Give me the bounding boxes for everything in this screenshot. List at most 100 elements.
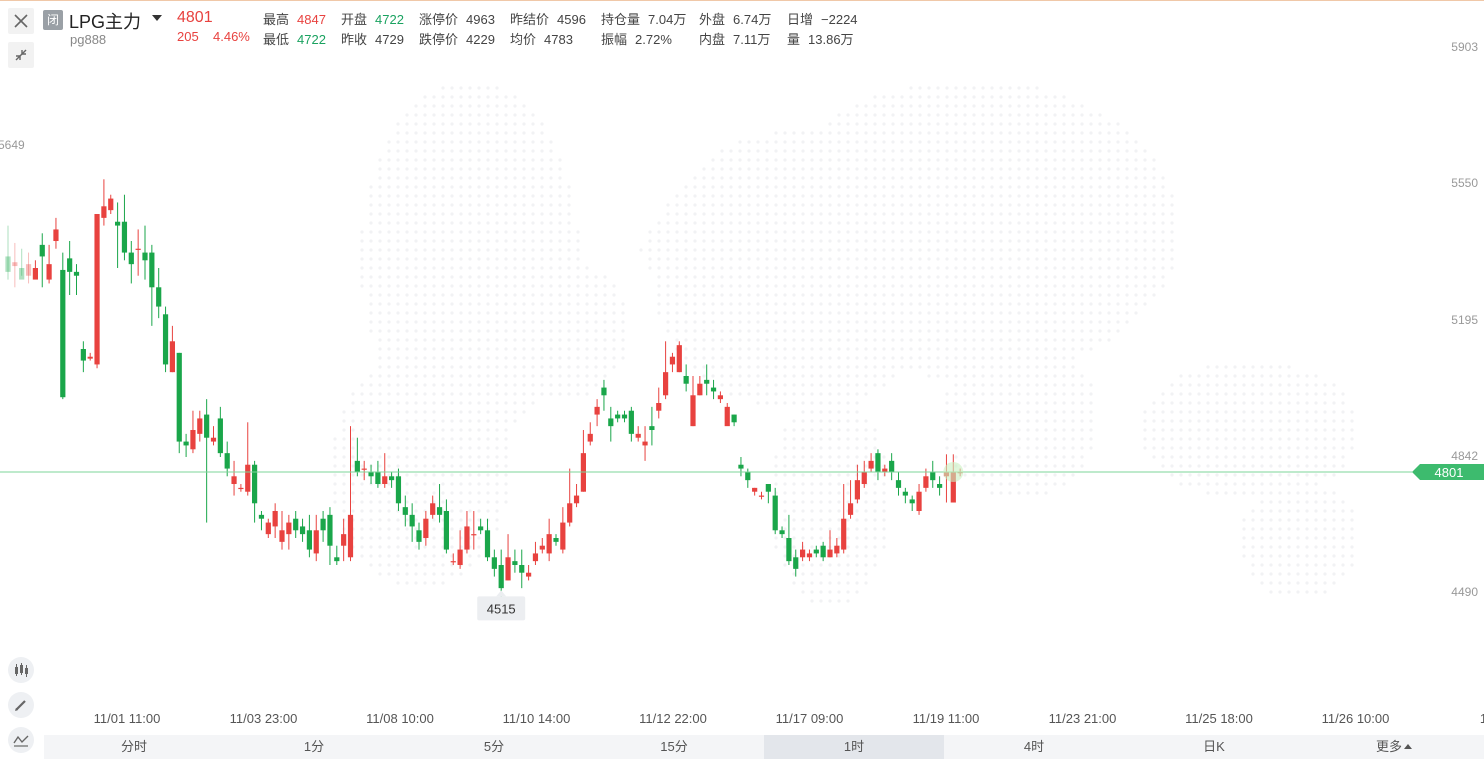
map-dot [972, 203, 976, 207]
map-dot [801, 374, 805, 378]
map-dot [342, 500, 346, 504]
quote-label: 持仓量 [601, 12, 641, 27]
map-dot [891, 248, 895, 252]
period-tab[interactable]: 1分 [224, 735, 404, 759]
map-dot [909, 266, 913, 270]
map-dot [486, 446, 490, 450]
map-dot [756, 212, 760, 216]
map-dot [378, 464, 382, 468]
map-dot [756, 194, 760, 198]
indicator-button[interactable] [8, 727, 34, 753]
map-dot [684, 356, 688, 360]
map-dot [963, 356, 967, 360]
map-dot [1242, 419, 1246, 423]
map-dot [963, 194, 967, 198]
map-dot [711, 194, 715, 198]
period-tab[interactable]: 日K [1124, 735, 1304, 759]
map-dot [1053, 374, 1057, 378]
candle-body [519, 565, 525, 573]
map-dot [513, 176, 517, 180]
map-dot [1044, 410, 1048, 414]
map-dot [945, 275, 949, 279]
map-dot [783, 212, 787, 216]
map-dot [441, 140, 445, 144]
map-dot [450, 419, 454, 423]
map-dot [891, 185, 895, 189]
chevron-down-icon[interactable] [152, 15, 162, 21]
close-button[interactable] [8, 8, 34, 34]
map-dot [1143, 194, 1147, 198]
map-dot [963, 401, 967, 405]
symbol-name[interactable]: LPG主力 [69, 8, 141, 34]
kline-chart[interactable]: 590355505195484244905649 48014515 11/01 … [0, 0, 1484, 759]
map-dot [387, 275, 391, 279]
map-dot [963, 329, 967, 333]
map-dot [495, 149, 499, 153]
map-dot [450, 356, 454, 360]
map-dot [990, 95, 994, 99]
last-price-tag-label: 4801 [1435, 465, 1464, 480]
collapse-button[interactable] [8, 42, 34, 68]
map-dot [1017, 473, 1021, 477]
map-dot [810, 437, 814, 441]
map-dot [855, 536, 859, 540]
map-dot [468, 266, 472, 270]
map-dot [1269, 518, 1273, 522]
map-dot [792, 221, 796, 225]
map-dot [450, 167, 454, 171]
map-dot [1125, 275, 1129, 279]
map-dot [1161, 446, 1165, 450]
map-dot [828, 329, 832, 333]
map-dot [1233, 464, 1237, 468]
map-dot [864, 545, 868, 549]
map-dot [513, 140, 517, 144]
map-dot [1260, 545, 1264, 549]
map-dot [1206, 401, 1210, 405]
candle-body [608, 418, 614, 427]
map-dot [522, 374, 526, 378]
map-dot [738, 356, 742, 360]
map-dot [837, 509, 841, 513]
map-dot [909, 329, 913, 333]
map-dot [990, 482, 994, 486]
period-tab[interactable]: 5分 [404, 735, 584, 759]
map-dot [1035, 86, 1039, 90]
map-dot [1269, 482, 1273, 486]
map-dot [810, 338, 814, 342]
map-dot [459, 446, 463, 450]
period-tab[interactable]: 1时 [764, 735, 944, 759]
map-dot [1080, 221, 1084, 225]
x-tick-label: 11/23 21:00 [1049, 711, 1117, 726]
map-dot [774, 374, 778, 378]
map-dot [549, 302, 553, 306]
map-dot [1215, 428, 1219, 432]
map-dot [576, 311, 580, 315]
map-dot [972, 293, 976, 297]
map-dot [801, 572, 805, 576]
map-dot [378, 545, 382, 549]
map-dot [900, 176, 904, 180]
map-dot [387, 518, 391, 522]
map-dot [1080, 455, 1084, 459]
map-dot [801, 473, 805, 477]
map-dot [1053, 284, 1057, 288]
candle-style-button[interactable] [8, 657, 34, 683]
period-tab[interactable]: 15分 [584, 735, 764, 759]
map-dot [1098, 122, 1102, 126]
map-dot [1080, 338, 1084, 342]
map-dot [972, 104, 976, 108]
map-dot [1215, 455, 1219, 459]
map-dot [441, 455, 445, 459]
draw-button[interactable] [8, 692, 34, 718]
map-dot [1161, 401, 1165, 405]
period-tab[interactable]: 4时 [944, 735, 1124, 759]
map-dot [972, 257, 976, 261]
period-tab[interactable]: 分时 [44, 735, 224, 759]
map-dot [882, 482, 886, 486]
period-tab[interactable]: 更多 [1304, 735, 1484, 759]
map-dot [1188, 374, 1192, 378]
map-dot [414, 518, 418, 522]
map-dot [1314, 581, 1318, 585]
map-dot [738, 257, 742, 261]
map-dot [738, 158, 742, 162]
